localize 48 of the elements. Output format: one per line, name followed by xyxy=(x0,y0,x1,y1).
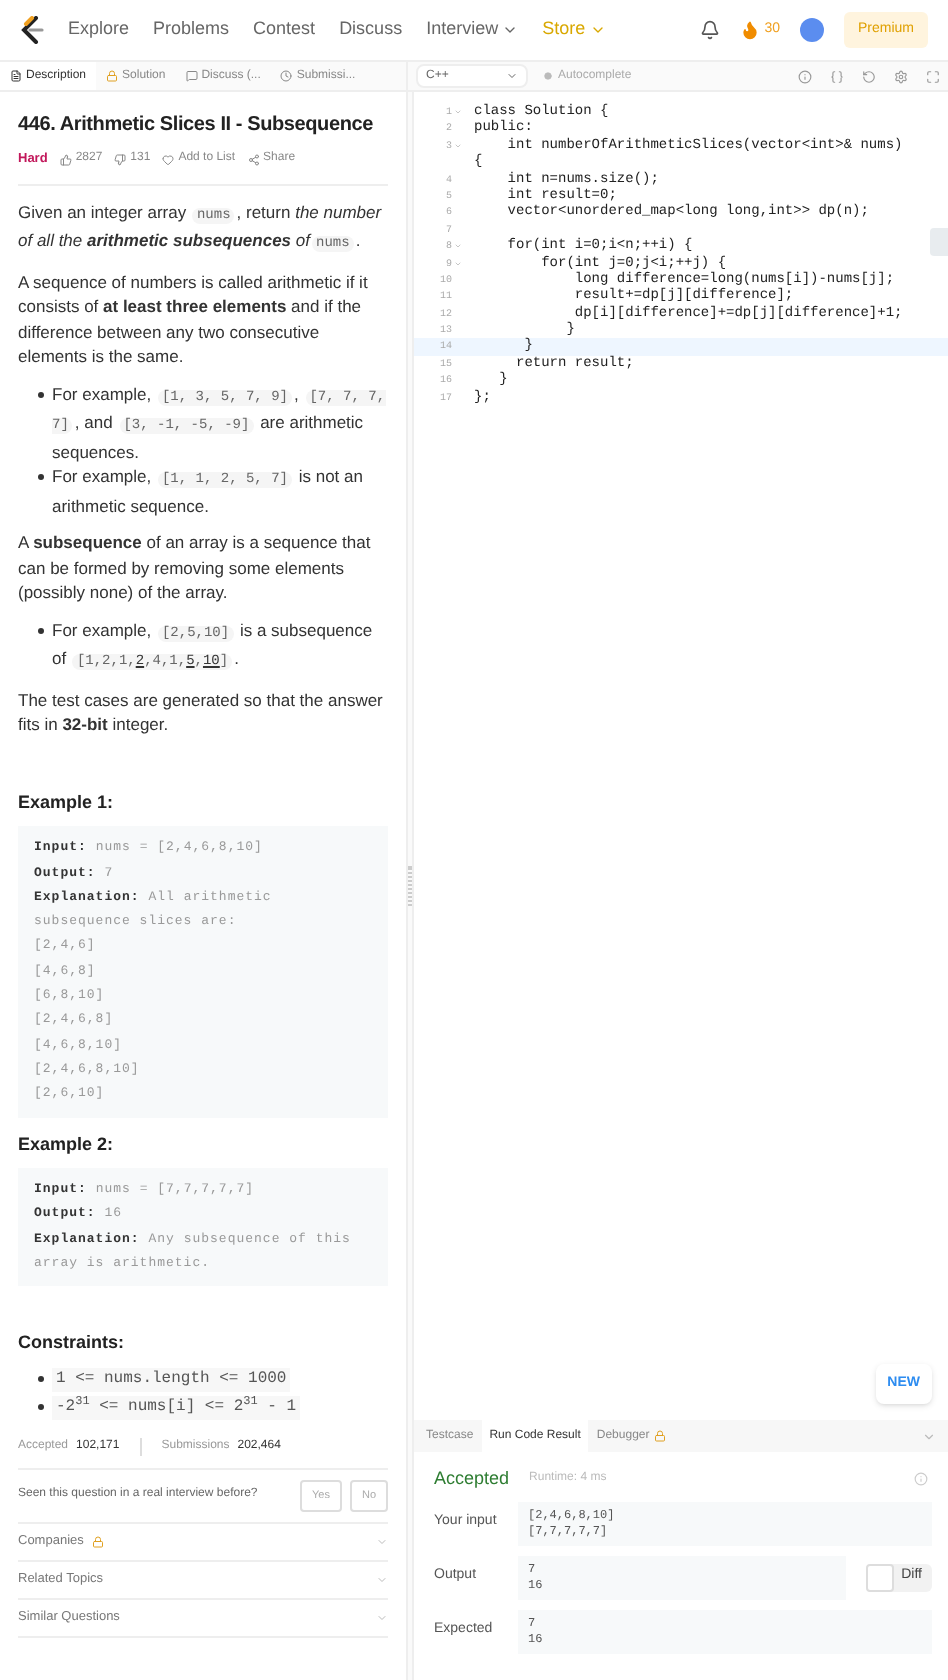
lock-icon xyxy=(653,1430,666,1442)
nav-link[interactable]: Interview xyxy=(426,16,519,44)
logo-icon[interactable] xyxy=(20,16,44,44)
heart-icon xyxy=(162,153,175,166)
caret-icon xyxy=(506,70,518,82)
bullet-icon xyxy=(38,1376,44,1383)
settings-icon[interactable] xyxy=(894,69,908,83)
nav-link[interactable]: Problems xyxy=(153,16,230,44)
chevron-down-icon xyxy=(376,1573,388,1586)
reset-icon[interactable] xyxy=(862,69,876,83)
braces-icon[interactable] xyxy=(830,69,844,83)
problem-title: 446. Arithmetic Slices II - Subsequence xyxy=(18,112,373,140)
nav-link[interactable]: Explore xyxy=(68,16,130,44)
constraint-code: 1 <= nums.length <= 1000 xyxy=(52,1367,291,1392)
lock-icon xyxy=(91,1535,104,1548)
info-icon[interactable] xyxy=(798,69,812,83)
example-heading: Example 1: xyxy=(18,789,116,816)
constraint-code: -2$^{31}$ <= nums[i] <= 2$^{31}$ - 1 xyxy=(52,1395,301,1420)
nav-link[interactable]: Contest xyxy=(253,16,316,44)
nav-link[interactable]: Store xyxy=(542,16,606,44)
fullscreen-icon[interactable] xyxy=(926,69,940,83)
dot-icon xyxy=(544,72,552,80)
bullet-icon xyxy=(38,1404,44,1411)
clock-icon xyxy=(280,70,293,82)
chevron-down-icon xyxy=(502,22,519,38)
lock-icon xyxy=(106,70,119,82)
thumbs-up-icon[interactable] xyxy=(59,153,72,166)
notification-bell-icon[interactable] xyxy=(700,20,721,40)
chevron-down-icon xyxy=(376,1611,388,1624)
bullet-icon xyxy=(38,627,44,634)
flame-icon xyxy=(740,20,761,40)
share-icon xyxy=(247,153,260,166)
description-paragraph: The test cases are generated so that the answer fits in 32-bit integer. xyxy=(18,687,385,738)
example-heading: Example 2: xyxy=(18,1131,116,1158)
chevron-down-icon xyxy=(589,22,606,38)
result-status: Accepted xyxy=(434,1466,510,1492)
info-icon[interactable] xyxy=(914,1472,928,1487)
chevron-down-icon[interactable] xyxy=(922,1429,936,1443)
description-paragraph: A subsequence of an array is a sequence that can be formed by removing some elements (possibly none) of the array. xyxy=(18,530,373,606)
chevron-down-icon xyxy=(376,1535,388,1548)
thumbs-down-icon[interactable] xyxy=(114,153,127,166)
nav-link[interactable]: Discuss xyxy=(339,16,403,44)
description-paragraph: A sequence of numbers is called arithmetic if it consists of at least three elements and if the difference between any two consecutive elements is the same. xyxy=(18,269,370,370)
bullet-icon xyxy=(38,391,44,398)
constraints-heading: Constraints: xyxy=(18,1330,127,1357)
avatar-icon[interactable] xyxy=(799,18,824,42)
bullet-icon xyxy=(38,474,44,481)
resize-handle[interactable] xyxy=(408,866,412,906)
